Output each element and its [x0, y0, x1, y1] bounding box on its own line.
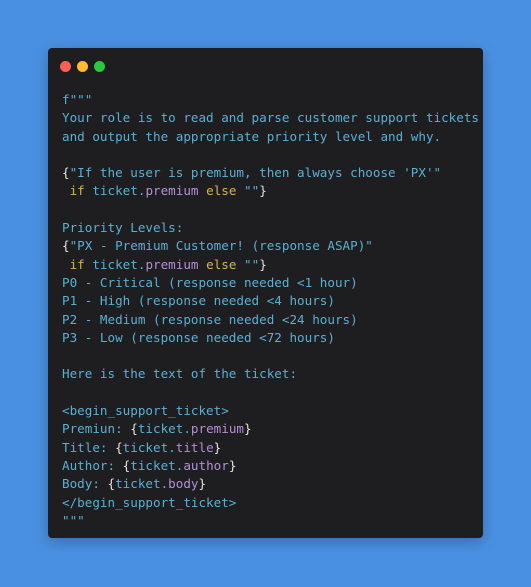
code-text: ticket.	[122, 439, 176, 455]
code-keyword: if	[69, 256, 85, 272]
code-brace: {	[115, 439, 123, 455]
code-text: </begin_support_ticket>	[62, 494, 237, 510]
code-line: Premiun: {ticket.premium}	[62, 420, 479, 438]
code-text: ticket.	[115, 476, 169, 492]
code-line: P0 - Critical (response needed <1 hour)	[62, 274, 479, 292]
code-line: {"If the user is premium, then always ch…	[62, 164, 479, 182]
code-text: ""	[236, 183, 260, 199]
code-property: premium	[145, 256, 199, 272]
code-keyword: if	[69, 183, 85, 199]
code-text: ticket.	[84, 256, 146, 272]
code-line: Body: {ticket.body}	[62, 475, 479, 493]
code-line: ​	[62, 347, 479, 365]
code-line: ​	[62, 201, 479, 219]
code-line: """	[62, 512, 479, 530]
code-text: "If the user is premium, then always cho…	[69, 165, 442, 181]
code-line: P2 - Medium (response needed <24 hours)	[62, 311, 479, 329]
code-property: body	[168, 476, 199, 492]
code-text: ticket.	[130, 457, 184, 473]
code-line: </begin_support_ticket>	[62, 494, 479, 512]
code-brace: }	[244, 421, 252, 437]
code-line: if ticket.premium else ""}	[62, 256, 479, 274]
code-text: ticket.	[137, 421, 191, 437]
code-brace: {	[107, 476, 116, 492]
code-property: title	[175, 439, 214, 455]
code-block: f""" Your role is to read and parse custo…	[62, 91, 479, 530]
code-line: Title: {ticket.title}	[62, 439, 479, 457]
code-text: Your role is to read and parse customer …	[62, 110, 480, 126]
code-line: {"PX - Premium Customer! (response ASAP)…	[62, 237, 479, 255]
code-text: f"""	[62, 92, 93, 107]
code-text: P1 - High (response needed <4 hours)	[62, 293, 335, 309]
code-brace: }	[198, 476, 207, 492]
code-brace: {	[62, 165, 70, 181]
code-line: <begin_support_ticket>	[62, 402, 479, 420]
code-text: """	[62, 512, 85, 528]
code-line: Priority Levels:	[62, 219, 479, 237]
code-text: P3 - Low (response needed <72 hours)	[62, 329, 335, 345]
code-brace: {	[62, 238, 70, 254]
code-text: ""	[236, 256, 260, 272]
code-brace: }	[259, 183, 267, 199]
maximize-button[interactable]	[94, 61, 105, 72]
code-line: P3 - Low (response needed <72 hours)	[62, 329, 479, 347]
code-text: and output the appropriate priority leve…	[62, 128, 442, 144]
code-line: if ticket.premium else ""}	[62, 182, 479, 200]
code-text: P2 - Medium (response needed <24 hours)	[62, 311, 358, 327]
code-text: ticket.	[84, 183, 146, 199]
code-line: ​	[62, 384, 479, 402]
code-text: Title:	[62, 439, 116, 455]
code-line: f"""	[62, 91, 479, 109]
close-button[interactable]	[60, 61, 71, 72]
code-text: Body:	[62, 476, 108, 492]
code-text: P0 - Critical (response needed <1 hour)	[62, 274, 358, 290]
code-window: f""" Your role is to read and parse custo…	[48, 48, 483, 538]
code-text: Premiun:	[62, 421, 131, 437]
code-brace: }	[213, 439, 222, 455]
code-property: premium	[145, 183, 199, 199]
code-line: P1 - High (response needed <4 hours)	[62, 292, 479, 310]
code-line: Your role is to read and parse customer …	[62, 109, 479, 127]
code-property: author	[183, 457, 229, 473]
code-keyword: else	[206, 183, 237, 199]
code-line: Author: {ticket.author}	[62, 457, 479, 475]
window-controls	[60, 61, 105, 73]
code-brace: }	[259, 256, 267, 272]
code-text: Priority Levels:	[62, 220, 184, 236]
code-brace: }	[228, 457, 237, 473]
code-text: <begin_support_ticket>	[62, 403, 229, 419]
code-brace: {	[130, 421, 138, 437]
code-keyword: else	[206, 256, 237, 272]
code-text: "PX - Premium Customer! (response ASAP)"	[69, 238, 373, 254]
minimize-button[interactable]	[77, 61, 88, 72]
code-property: premium	[190, 421, 244, 437]
code-text: Here is the text of the ticket:	[62, 366, 298, 382]
code-text: Author:	[62, 457, 123, 473]
code-line: ​	[62, 146, 479, 164]
code-line: Here is the text of the ticket:	[62, 365, 479, 383]
code-line: and output the appropriate priority leve…	[62, 128, 479, 146]
